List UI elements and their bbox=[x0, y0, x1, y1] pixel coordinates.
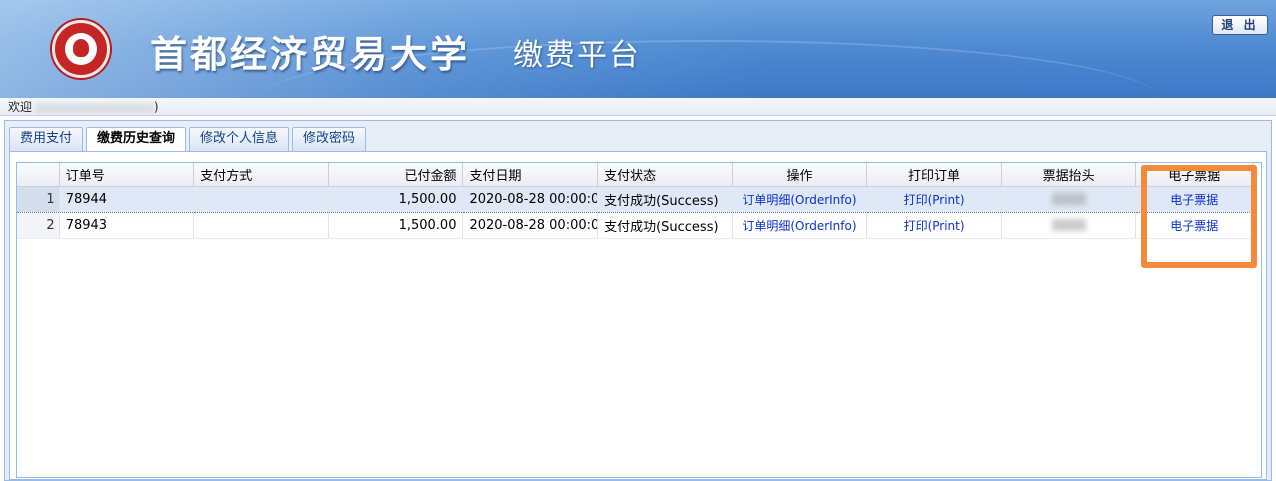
column-header-print[interactable]: 打印订单 bbox=[866, 163, 1002, 187]
welcome-bar: 欢迎 ) bbox=[0, 98, 1276, 116]
einvoice-link[interactable]: 电子票据 bbox=[1170, 219, 1218, 233]
welcome-label: 欢迎 bbox=[8, 100, 33, 114]
column-header-amount[interactable]: 已付金额 bbox=[328, 163, 464, 187]
print-link[interactable]: 打印(Print) bbox=[904, 193, 965, 207]
invoice-title-cell bbox=[1001, 185, 1137, 213]
column-header-invoice-title[interactable]: 票据抬头 bbox=[1001, 163, 1137, 187]
payment-date: 2020-08-28 00:00:00 bbox=[462, 212, 599, 239]
history-grid: 订单号 支付方式 已付金额 支付日期 支付状态 操作 打印订单 票据抬头 电子票… bbox=[16, 162, 1262, 478]
paid-amount: 1,500.00 bbox=[328, 185, 464, 213]
column-header-index bbox=[17, 163, 60, 187]
order-info-link[interactable]: 订单明细(OrderInfo) bbox=[742, 193, 856, 207]
column-header-einvoice[interactable]: 电子票据 bbox=[1135, 163, 1253, 187]
einvoice-cell: 电子票据 bbox=[1135, 212, 1253, 239]
payment-method bbox=[193, 212, 329, 239]
print-cell: 打印(Print) bbox=[866, 185, 1002, 213]
payment-status: 支付成功(Success) bbox=[597, 185, 733, 213]
tab-strip: 费用支付 缴费历史查询 修改个人信息 修改密码 bbox=[9, 127, 369, 152]
row-index: 1 bbox=[17, 185, 60, 213]
username-redacted bbox=[35, 102, 154, 113]
payment-method bbox=[193, 185, 329, 213]
paid-amount: 1,500.00 bbox=[328, 212, 464, 239]
invoice-title-redacted bbox=[1051, 193, 1086, 205]
action-cell: 订单明细(OrderInfo) bbox=[732, 212, 868, 239]
platform-name: 缴费平台 bbox=[513, 38, 641, 73]
tab-edit-profile[interactable]: 修改个人信息 bbox=[189, 127, 290, 151]
row-index: 2 bbox=[17, 212, 60, 239]
column-header-date[interactable]: 支付日期 bbox=[462, 163, 599, 187]
print-cell: 打印(Print) bbox=[866, 212, 1002, 239]
tab-change-password[interactable]: 修改密码 bbox=[292, 127, 367, 151]
header-banner: 首都经济贸易大学 缴费平台 退 出 bbox=[0, 0, 1276, 98]
tab-container: 费用支付 缴费历史查询 修改个人信息 修改密码 订单号 支付方式 已付金额 支付… bbox=[4, 120, 1272, 481]
einvoice-cell: 电子票据 bbox=[1135, 185, 1253, 213]
payment-status: 支付成功(Success) bbox=[597, 212, 733, 239]
welcome-suffix: ) bbox=[153, 100, 159, 114]
university-name: 首都经济贸易大学 bbox=[150, 32, 470, 76]
history-table: 订单号 支付方式 已付金额 支付日期 支付状态 操作 打印订单 票据抬头 电子票… bbox=[17, 163, 1253, 239]
history-panel: 订单号 支付方式 已付金额 支付日期 支付状态 操作 打印订单 票据抬头 电子票… bbox=[9, 151, 1267, 480]
column-header-order[interactable]: 订单号 bbox=[59, 163, 195, 187]
invoice-title-redacted bbox=[1051, 219, 1086, 231]
tab-payment[interactable]: 费用支付 bbox=[9, 127, 84, 151]
order-number: 78943 bbox=[59, 212, 195, 239]
order-info-link[interactable]: 订单明细(OrderInfo) bbox=[742, 219, 856, 233]
table-header-row: 订单号 支付方式 已付金额 支付日期 支付状态 操作 打印订单 票据抬头 电子票… bbox=[17, 163, 1253, 187]
table-row[interactable]: 1 78944 1,500.00 2020-08-28 00:00:00 支付成… bbox=[17, 185, 1253, 213]
invoice-title-cell bbox=[1001, 212, 1137, 239]
column-header-method[interactable]: 支付方式 bbox=[193, 163, 329, 187]
logout-button[interactable]: 退 出 bbox=[1212, 15, 1268, 35]
tab-payment-history[interactable]: 缴费历史查询 bbox=[86, 127, 187, 152]
table-row[interactable]: 2 78943 1,500.00 2020-08-28 00:00:00 支付成… bbox=[17, 212, 1253, 239]
column-header-action[interactable]: 操作 bbox=[732, 163, 868, 187]
university-logo bbox=[52, 20, 110, 78]
einvoice-link[interactable]: 电子票据 bbox=[1170, 193, 1218, 207]
column-header-status[interactable]: 支付状态 bbox=[597, 163, 733, 187]
order-number: 78944 bbox=[59, 185, 195, 213]
print-link[interactable]: 打印(Print) bbox=[904, 219, 965, 233]
payment-date: 2020-08-28 00:00:00 bbox=[462, 185, 599, 213]
action-cell: 订单明细(OrderInfo) bbox=[732, 185, 868, 213]
